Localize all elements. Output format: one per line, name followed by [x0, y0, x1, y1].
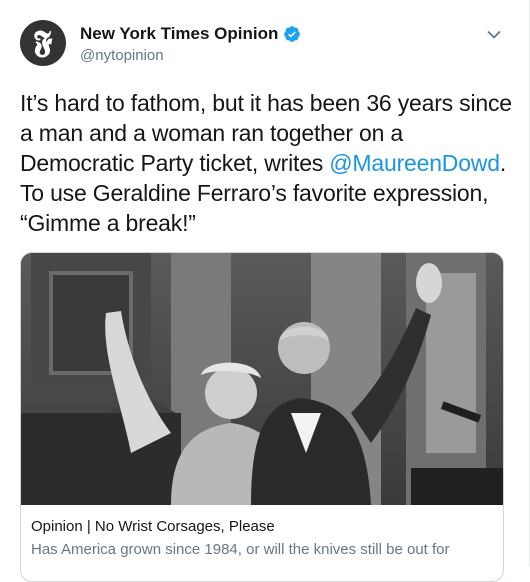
card-image[interactable] — [21, 253, 504, 505]
card-title[interactable]: Opinion | No Wrist Corsages, Please — [31, 517, 491, 536]
handle[interactable]: @nytopinion — [80, 47, 164, 64]
chevron-down-icon[interactable] — [487, 30, 501, 39]
mention-link[interactable]: @MaureenDowd — [329, 150, 500, 176]
link-card[interactable]: Opinion | No Wrist Corsages, Please Has … — [20, 252, 504, 582]
avatar[interactable]: 𝕱 — [20, 20, 66, 66]
card-text: Opinion | No Wrist Corsages, Please Has … — [31, 517, 491, 560]
account-name-row: New York Times Opinion — [80, 24, 301, 44]
nyt-logo-icon: 𝕱 — [33, 25, 53, 60]
tweet-text: It’s hard to fathom, but it has been 36 … — [20, 88, 520, 238]
display-name[interactable]: New York Times Opinion — [80, 24, 278, 44]
tweet: 𝕱 New York Times Opinion @nytopinion It’… — [0, 0, 530, 582]
card-description: Has America grown since 1984, or will th… — [31, 541, 450, 558]
verified-badge-icon — [284, 26, 301, 42]
